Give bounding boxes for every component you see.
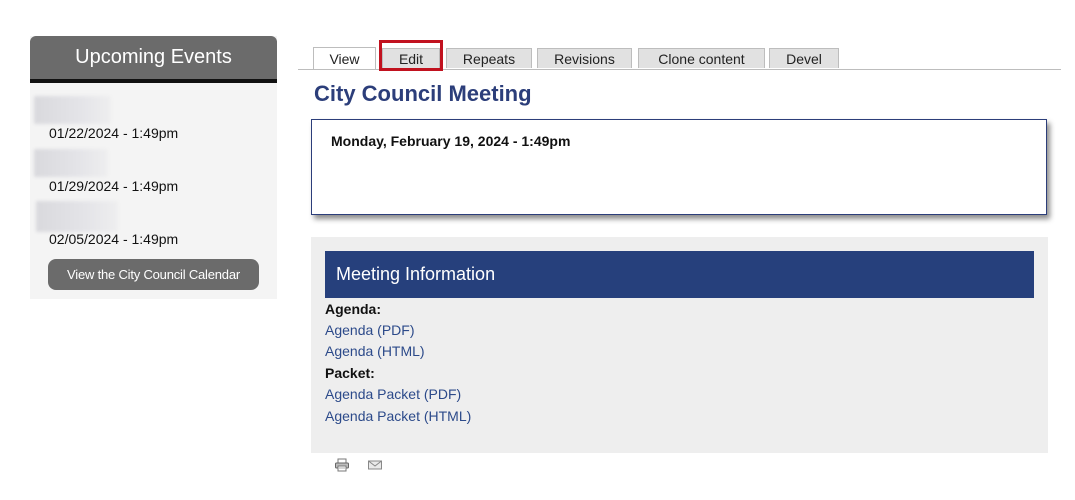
meeting-info-panel: Meeting Information Agenda: Agenda (PDF)… [311, 237, 1048, 453]
agenda-html-link[interactable]: Agenda (HTML) [325, 342, 425, 360]
event-date: 01/29/2024 - 1:49pm [49, 178, 179, 194]
tab-view[interactable]: View [313, 47, 376, 69]
event-title-redacted[interactable] [34, 149, 108, 177]
event-date: 01/22/2024 - 1:49pm [49, 125, 179, 141]
tab-repeats[interactable]: Repeats [446, 48, 532, 68]
sidebar-title: Upcoming Events [30, 36, 277, 83]
tab-revisions[interactable]: Revisions [537, 48, 632, 68]
packet-label: Packet: [325, 365, 375, 381]
tab-edit[interactable]: Edit [382, 48, 440, 68]
content-tabs: View Edit Repeats Revisions Clone conten… [298, 46, 1061, 70]
tab-clone-content[interactable]: Clone content [638, 48, 765, 68]
event-date: 02/05/2024 - 1:49pm [49, 231, 179, 247]
agenda-label: Agenda: [325, 301, 381, 317]
event-title-redacted[interactable] [36, 201, 118, 232]
email-icon[interactable] [367, 458, 383, 472]
agenda-pdf-link[interactable]: Agenda (PDF) [325, 321, 414, 339]
agenda-packet-pdf-link[interactable]: Agenda Packet (PDF) [325, 385, 461, 403]
event-date-box: Monday, February 19, 2024 - 1:49pm [311, 119, 1047, 215]
meeting-info-header: Meeting Information [325, 251, 1034, 298]
upcoming-events-sidebar: Upcoming Events 01/22/2024 - 1:49pm 01/2… [30, 36, 277, 299]
print-icon[interactable] [334, 458, 350, 472]
agenda-packet-html-link[interactable]: Agenda Packet (HTML) [325, 407, 471, 425]
tab-devel[interactable]: Devel [769, 48, 839, 68]
event-title-redacted[interactable] [34, 96, 111, 124]
event-datetime: Monday, February 19, 2024 - 1:49pm [331, 133, 571, 149]
view-calendar-button[interactable]: View the City Council Calendar [48, 259, 259, 290]
page-title: City Council Meeting [314, 81, 532, 106]
